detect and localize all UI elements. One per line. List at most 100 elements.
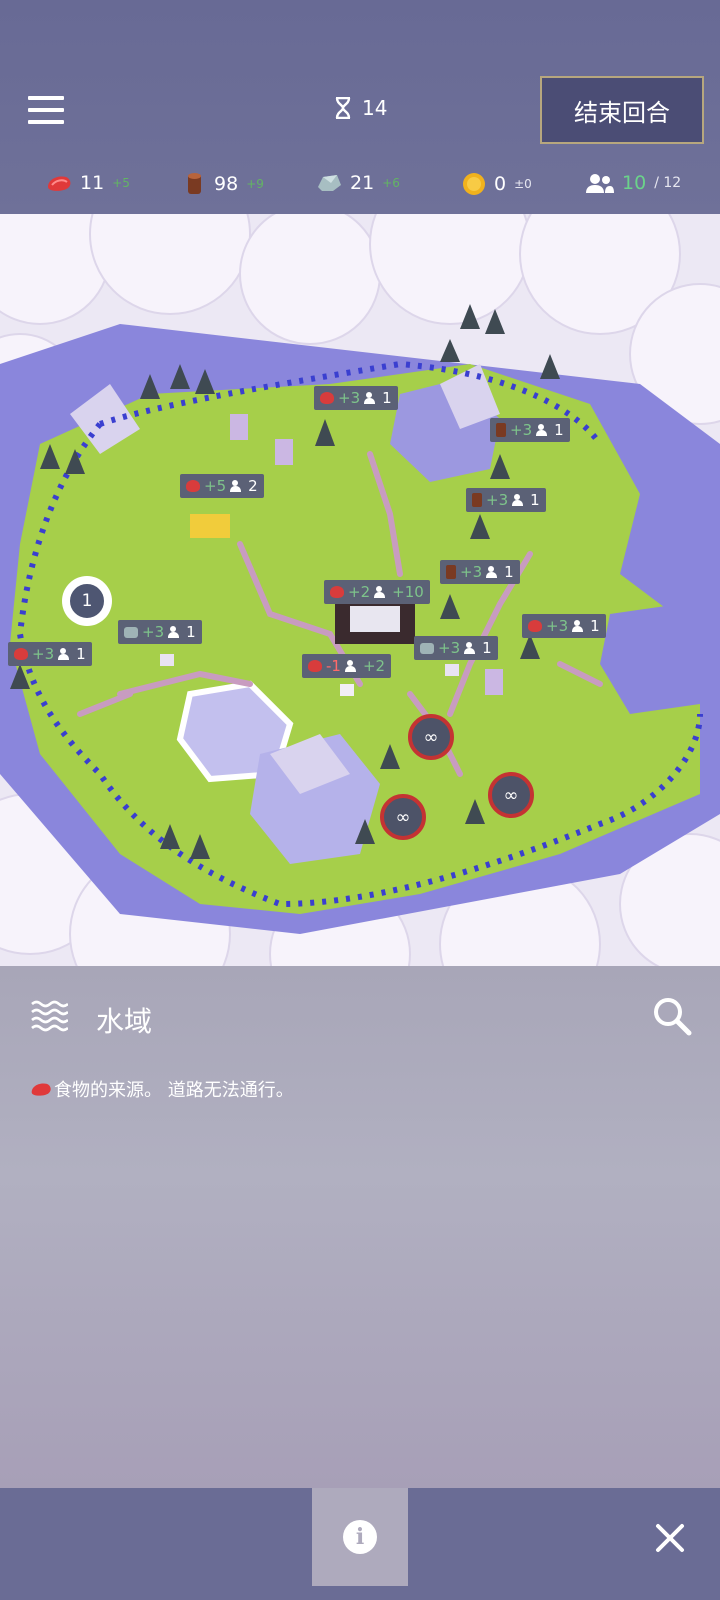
population-icon [58,648,72,660]
yield-value: +3 [546,617,569,635]
stone-icon [420,642,434,654]
tile-yield-label[interactable]: +3 1 [414,636,498,660]
population-icon [364,392,378,404]
yield-pop: 1 [504,563,514,581]
food-value: 11 [80,172,105,194]
population-icon [572,620,586,632]
panel-description: 食物的来源。 道路无法通行。 [30,1076,294,1102]
yield-pop: 1 [76,645,86,663]
resource-food: 11 +5 [46,172,130,194]
tile-yield-label[interactable]: +3 1 [522,614,606,638]
menu-button[interactable] [28,96,68,126]
population-icon [464,642,478,654]
yield-pop: 1 [482,639,492,657]
yield-pop: 1 [186,623,196,641]
wood-icon [446,565,456,579]
yield-value: +3 [142,623,165,641]
info-button[interactable]: i [312,1488,408,1586]
food-icon [186,480,200,492]
yield-pop: 1 [530,491,540,509]
yield-value: +3 [510,421,533,439]
population-value: 10 [622,172,647,194]
wood-icon [496,423,506,437]
resource-stone: 21 +6 [316,172,400,194]
stone-delta: +6 [382,176,400,190]
gold-value: 0 [494,173,507,195]
food-icon [330,586,344,598]
food-icon [528,620,542,632]
unit-counter-badge[interactable]: 1 [62,576,112,626]
yield-value: +3 [338,389,361,407]
food-icon [31,1083,51,1096]
close-icon[interactable] [650,1518,690,1558]
description-text: 食物的来源。 道路无法通行。 [54,1080,294,1101]
tile-yield-label[interactable]: +3 1 [440,560,520,584]
yield-pop: +10 [392,583,424,601]
yield-value: +3 [486,491,509,509]
enemy-marker[interactable]: ∞ [380,794,426,840]
unit-count: 1 [68,582,106,620]
water-icon [31,1000,68,1032]
end-turn-button[interactable]: 结束回合 [540,76,704,144]
hourglass-icon [335,97,351,119]
yield-pop: 1 [382,389,392,407]
yield-value: -1 [326,657,341,675]
tile-yield-label[interactable]: +3 1 [490,418,570,442]
info-icon: i [343,1520,377,1554]
menu-icon-line [28,108,64,112]
tile-yield-label[interactable]: +3 1 [118,620,202,644]
yield-pop: +2 [362,657,386,675]
yield-value: +3 [438,639,461,657]
yield-pop: 1 [590,617,600,635]
population-icon [586,174,614,193]
resource-population: 10 / 12 [586,172,681,194]
wood-delta: +9 [246,177,264,191]
game-map[interactable]: +3 1 +3 1 +5 2 +3 1 +3 1 +2 +10 +3 1 +3 … [0,214,720,966]
food-icon [308,660,322,672]
stone-icon [124,626,138,638]
yield-pop: 2 [248,477,258,495]
wood-value: 98 [214,173,239,195]
population-icon [168,626,182,638]
population-icon [374,586,388,598]
population-icon [486,566,500,578]
enemy-marker[interactable]: ∞ [408,714,454,760]
yield-value: +3 [460,563,483,581]
menu-icon [28,96,64,100]
tile-yield-label[interactable]: +5 2 [180,474,264,498]
menu-icon-line [28,120,64,124]
stone-icon [318,175,341,191]
turn-counter: 14 [334,96,387,120]
population-icon [230,480,244,492]
yield-value: +2 [348,583,371,601]
yield-value: +3 [32,645,55,663]
enemy-marker[interactable]: ∞ [488,772,534,818]
tile-yield-label[interactable]: +2 +10 [324,580,430,604]
population-icon [512,494,526,506]
search-icon[interactable] [652,996,692,1036]
resource-gold: 0 ±0 [462,172,532,196]
resource-bar: 11 +5 98 +9 21 +6 0 ±0 10 / 12 [0,172,720,202]
tile-yield-label[interactable]: +3 1 [466,488,546,512]
population-icon [536,424,550,436]
panel-title: 水域 [96,1005,153,1038]
info-panel [0,966,720,1488]
population-max: / 12 [654,175,682,191]
population-icon [344,660,359,672]
gold-delta: ±0 [514,177,532,191]
tile-yield-label[interactable]: +3 1 [8,642,92,666]
gold-icon [463,173,485,195]
food-icon [320,392,334,404]
wood-icon [472,493,482,507]
turn-number: 14 [362,96,388,120]
wood-icon [188,173,201,194]
yield-pop: 1 [554,421,564,439]
food-icon [48,176,71,191]
yield-value: +5 [204,477,227,495]
food-delta: +5 [112,176,130,190]
food-icon [14,648,28,660]
tile-yield-label[interactable]: -1 +2 [302,654,392,678]
tile-yield-label[interactable]: +3 1 [314,386,398,410]
resource-wood: 98 +9 [184,172,264,196]
stone-value: 21 [350,172,375,194]
